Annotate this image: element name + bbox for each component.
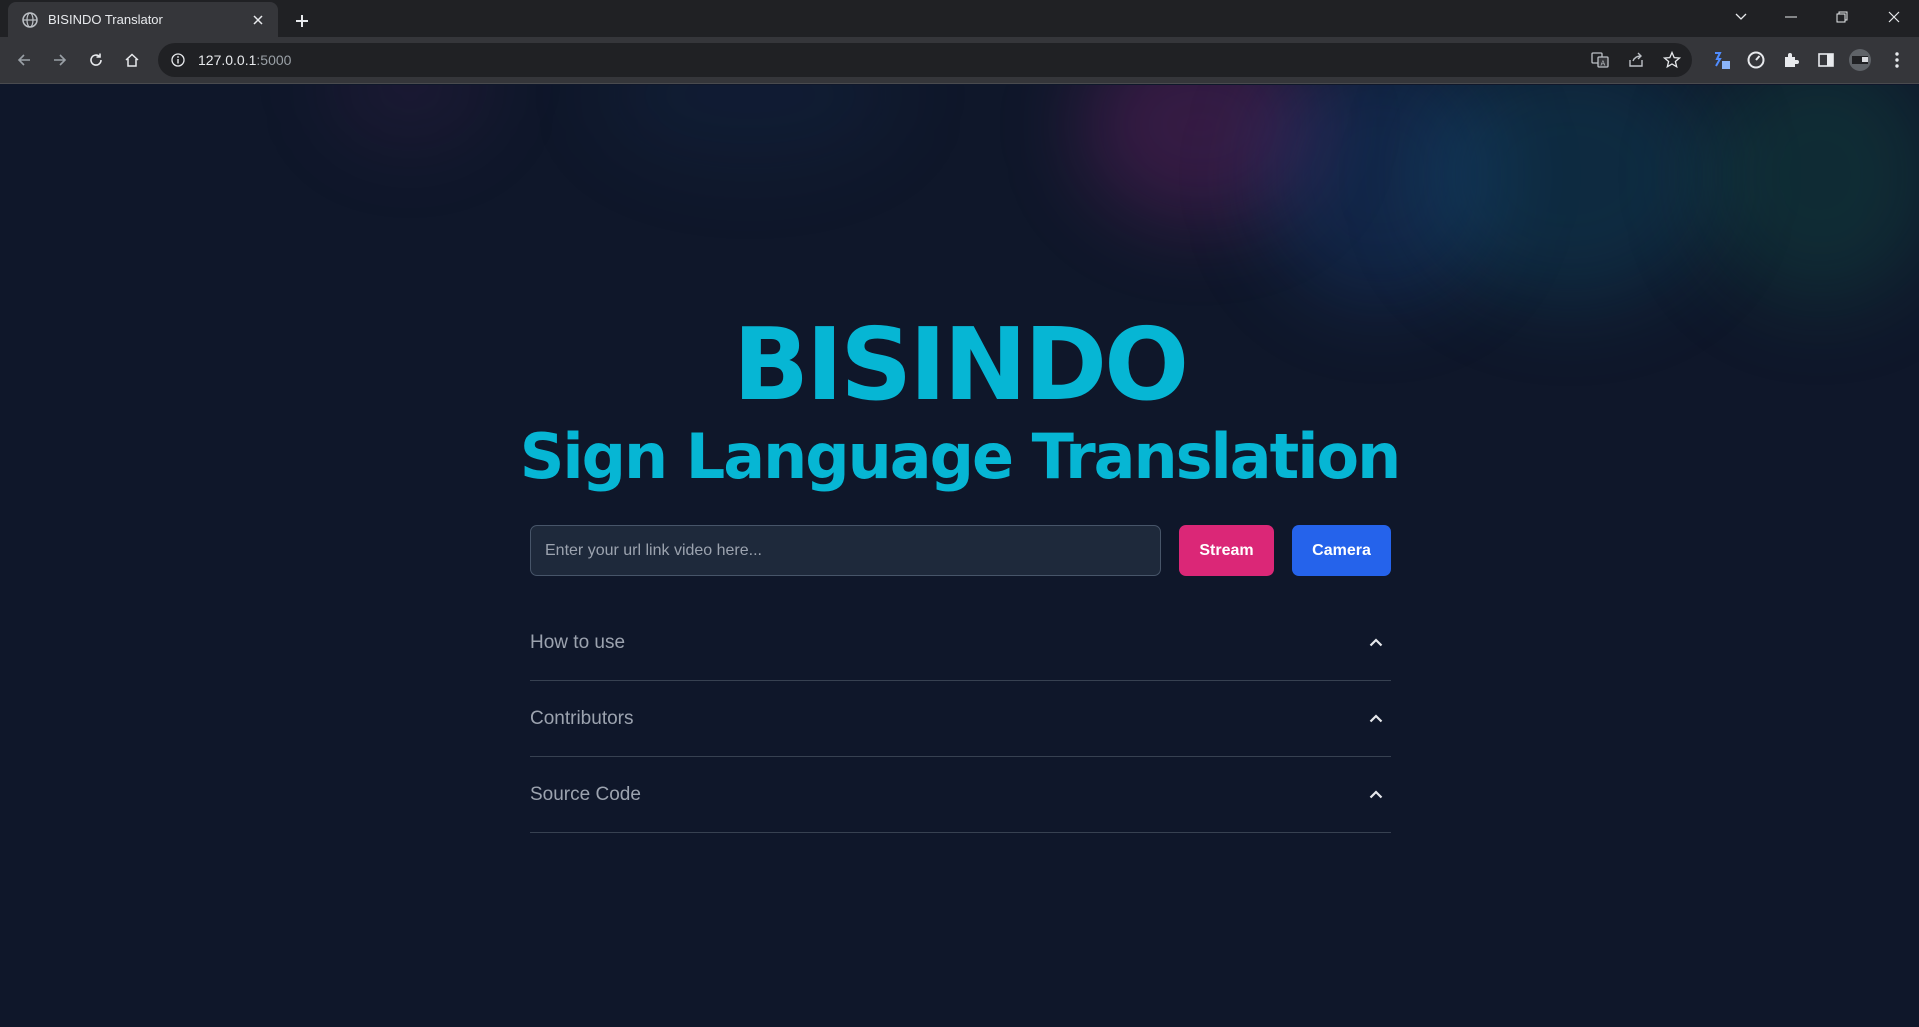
page-subtitle: Sign Language Translation: [519, 420, 1402, 493]
chevron-down-icon[interactable]: [1718, 0, 1764, 34]
svg-text:A: A: [1601, 60, 1606, 68]
camera-button[interactable]: Camera: [1292, 525, 1391, 576]
page-viewport: BISINDO Sign Language Translation Stream…: [0, 85, 1919, 1027]
translate-icon[interactable]: A: [1585, 45, 1615, 75]
plus-icon[interactable]: [288, 7, 316, 35]
window-close-icon[interactable]: [1871, 0, 1917, 34]
accordion-item-source-code[interactable]: Source Code: [530, 757, 1391, 833]
close-icon[interactable]: [248, 10, 268, 30]
browser-toolbar: 127.0.0.1 :5000 A: [0, 37, 1919, 84]
background-glow: [1700, 85, 1919, 305]
background-glow: [330, 85, 490, 145]
page-title: BISINDO: [732, 306, 1189, 423]
star-icon[interactable]: [1657, 45, 1687, 75]
restore-icon[interactable]: [1819, 0, 1865, 34]
chevron-up-icon: [1367, 786, 1385, 804]
browser-tab-strip: BISINDO Translator: [0, 0, 1919, 37]
globe-icon: [22, 11, 38, 28]
arrow-right-icon[interactable]: [46, 46, 74, 74]
info-icon[interactable]: [170, 52, 186, 68]
accordion: How to use Contributors Source Code: [530, 605, 1391, 833]
url-host: 127.0.0.1: [198, 52, 257, 68]
accordion-item-contributors[interactable]: Contributors: [530, 681, 1391, 757]
background-glow: [1420, 85, 1720, 305]
extension-icon[interactable]: [1706, 45, 1736, 75]
accordion-label: Source Code: [530, 783, 641, 805]
side-panel-icon[interactable]: [1811, 45, 1841, 75]
reload-icon[interactable]: [82, 46, 110, 74]
accordion-label: How to use: [530, 631, 626, 653]
tab-title: BISINDO Translator: [48, 12, 163, 27]
chevron-up-icon: [1367, 634, 1385, 652]
stream-button[interactable]: Stream: [1179, 525, 1274, 576]
accordion-item-how-to-use[interactable]: How to use: [530, 605, 1391, 681]
search-row: Stream Camera: [530, 525, 1391, 576]
video-url-input[interactable]: [530, 525, 1161, 576]
accordion-label: Contributors: [530, 707, 634, 729]
more-vertical-icon[interactable]: [1882, 45, 1912, 75]
url-port: :5000: [256, 52, 292, 68]
puzzle-icon[interactable]: [1776, 45, 1806, 75]
address-bar[interactable]: 127.0.0.1 :5000: [158, 43, 1692, 77]
home-icon[interactable]: [118, 46, 146, 74]
gauge-icon[interactable]: [1741, 45, 1771, 75]
share-icon[interactable]: [1621, 45, 1651, 75]
avatar[interactable]: [1845, 45, 1875, 75]
minimize-icon[interactable]: [1768, 0, 1814, 34]
chevron-up-icon: [1367, 710, 1385, 728]
browser-tab[interactable]: BISINDO Translator: [8, 2, 278, 37]
arrow-left-icon[interactable]: [10, 46, 38, 74]
background-glow: [600, 85, 900, 165]
